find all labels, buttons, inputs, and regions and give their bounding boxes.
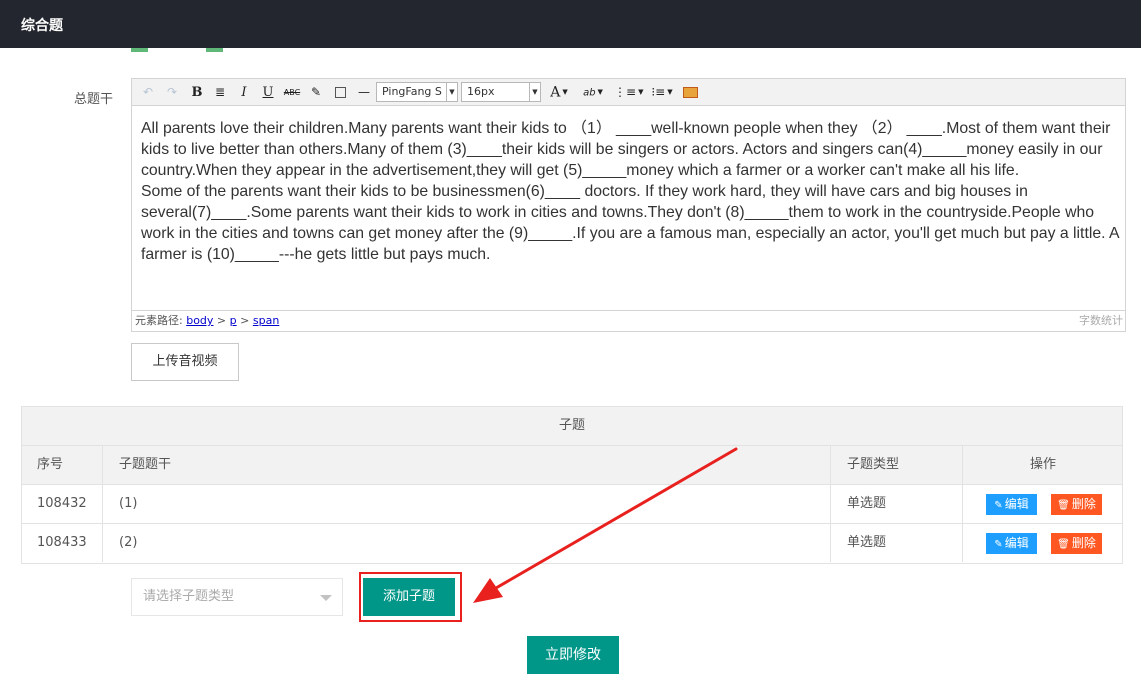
bold-icon[interactable]: B <box>189 84 205 101</box>
paste-plain-icon[interactable] <box>332 84 348 101</box>
pencil-icon: ✎ <box>994 539 1003 550</box>
trash-icon: 🗑 <box>1057 500 1070 511</box>
upload-media-button[interactable]: 上传音视频 <box>131 343 239 381</box>
type-select-placeholder: 请选择子题类型 <box>143 589 235 604</box>
font-size-value: 16px <box>467 85 495 98</box>
font-family-value: PingFang S <box>382 85 442 98</box>
column-header-type: 子题类型 <box>831 446 963 484</box>
stem-paragraph: All parents love their children.Many par… <box>141 120 1111 179</box>
insert-image-icon[interactable] <box>682 84 698 101</box>
trash-icon: 🗑 <box>1057 539 1070 550</box>
edit-button[interactable]: ✎ 编辑 <box>986 494 1037 515</box>
column-header-id: 序号 <box>22 446 103 484</box>
editor-statusbar: 元素路径: body > p > span 字数统计 <box>132 310 1125 331</box>
stem-paragraph: Some of the parents want their kids to b… <box>141 183 1119 263</box>
table-row: 108433 (2) 单选题 ✎ 编辑 🗑 删除 <box>22 524 1122 563</box>
row-id: 108432 <box>22 485 103 523</box>
editor-toolbar: ↶ ↷ B ≣ I U ABC ✎ — PingFang S ▼ 16px ▼ … <box>132 79 1125 106</box>
edit-button[interactable]: ✎ 编辑 <box>986 533 1037 554</box>
unordered-list-icon[interactable]: ⁝≡ ▼ <box>648 84 676 101</box>
word-count[interactable]: 字数统计 <box>1079 311 1123 331</box>
page-title: 综合题 <box>21 18 63 34</box>
chevron-down-icon: ▼ <box>529 83 540 101</box>
row-actions: ✎ 编辑 🗑 删除 <box>963 485 1123 523</box>
italic-icon[interactable]: I <box>236 84 252 101</box>
add-subquestion-button[interactable]: 添加子题 <box>363 578 455 616</box>
pencil-icon: ✎ <box>994 500 1003 511</box>
chevron-down-icon: ▼ <box>446 83 457 101</box>
subquestion-table: 子题 序号 子题题干 子题类型 操作 108432 (1) 单选题 ✎ 编辑 🗑 删… <box>21 406 1123 564</box>
checkbox-peek[interactable] <box>131 48 149 52</box>
row-actions: ✎ 编辑 🗑 删除 <box>963 524 1123 562</box>
row-stem: (2) <box>103 524 831 562</box>
row-type: 单选题 <box>831 524 963 562</box>
element-path: 元素路径: body > p > span <box>135 314 280 327</box>
element-path-label: 元素路径: <box>135 314 183 327</box>
highlight-color-icon[interactable]: ab ▼ <box>578 84 608 101</box>
font-family-select[interactable]: PingFang S ▼ <box>376 82 458 102</box>
path-link-span[interactable]: span <box>253 314 279 327</box>
column-header-stem: 子题题干 <box>103 446 831 484</box>
top-bar: 综合题 <box>0 0 1141 48</box>
redo-icon[interactable]: ↷ <box>164 84 180 101</box>
undo-icon[interactable]: ↶ <box>140 84 156 101</box>
format-brush-icon[interactable]: ✎ <box>308 84 324 101</box>
column-header-actions: 操作 <box>1029 457 1056 472</box>
rich-text-editor[interactable]: ↶ ↷ B ≣ I U ABC ✎ — PingFang S ▼ 16px ▼ … <box>131 78 1126 332</box>
stem-label: 总题干 <box>74 92 114 107</box>
table-header-row: 序号 子题题干 子题类型 操作 <box>22 446 1122 485</box>
table-caption: 子题 <box>22 407 1122 446</box>
editor-content[interactable]: All parents love their children.Many par… <box>141 118 1119 265</box>
font-color-icon[interactable]: A ▼ <box>546 84 572 101</box>
path-link-p[interactable]: p <box>230 314 237 327</box>
delete-button[interactable]: 🗑 删除 <box>1051 533 1102 554</box>
row-stem: (1) <box>103 485 831 523</box>
annotation-arrow-head <box>473 578 503 603</box>
row-type: 单选题 <box>831 485 963 523</box>
format-match-icon[interactable]: ≣ <box>212 84 228 101</box>
strikethrough-icon[interactable]: ABC <box>283 84 301 101</box>
subquestion-type-select[interactable]: 请选择子题类型 <box>131 578 343 616</box>
row-id: 108433 <box>22 524 103 562</box>
underline-icon[interactable]: U <box>260 84 276 101</box>
path-link-body[interactable]: body <box>186 314 213 327</box>
delete-button[interactable]: 🗑 删除 <box>1051 494 1102 515</box>
checkbox-peek[interactable] <box>206 48 224 52</box>
table-row: 108432 (1) 单选题 ✎ 编辑 🗑 删除 <box>22 485 1122 524</box>
ordered-list-icon[interactable]: ⋮≡ ▼ <box>614 84 643 101</box>
horizontal-rule-icon[interactable]: — <box>356 84 372 101</box>
submit-button[interactable]: 立即修改 <box>527 636 619 674</box>
font-size-select[interactable]: 16px ▼ <box>461 82 541 102</box>
caret-down-icon <box>320 595 332 601</box>
